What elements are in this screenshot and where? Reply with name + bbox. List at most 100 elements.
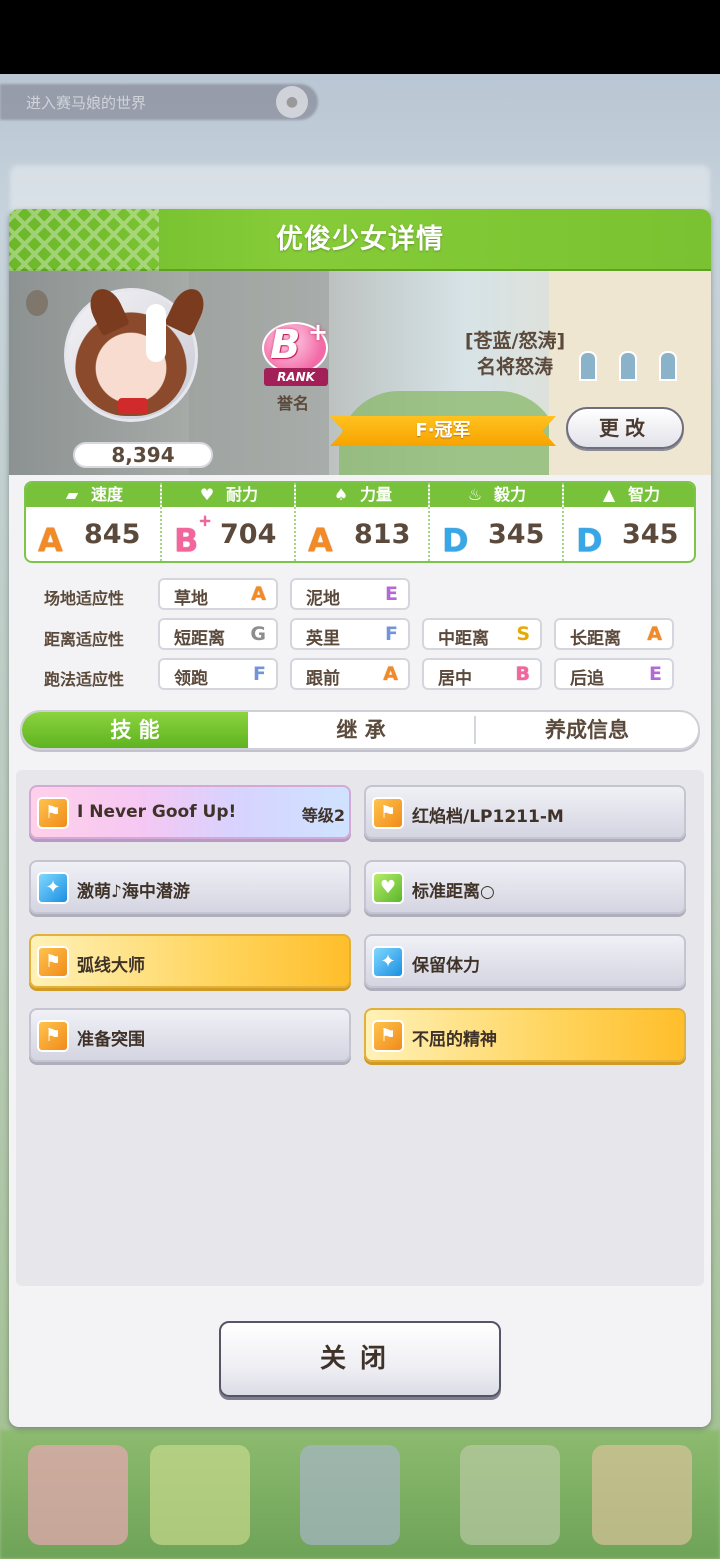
flame-icon: ♨ <box>467 485 483 504</box>
sparkle-icon: ✦ <box>37 872 69 904</box>
aptitude-grade: A <box>383 663 398 685</box>
dialog-title: 优俊少女详情 <box>276 224 444 255</box>
nav-item-blurred-2 <box>150 1445 250 1545</box>
scene-window <box>619 351 637 381</box>
epithet-line-2: 名将怒涛 <box>476 356 553 378</box>
dialog-header: 优俊少女详情 <box>9 209 711 271</box>
avatar-blaze <box>146 304 166 362</box>
stat-grade-letter: D <box>442 521 469 560</box>
stat-header: ▲ 智力 <box>564 483 694 507</box>
stat-4: ▲ 智力 D 345 <box>562 483 694 561</box>
aptitude-distance-1: 英里 F <box>290 618 410 650</box>
aptitude-grade: S <box>516 623 530 645</box>
stat-grade-letter: A <box>38 521 63 560</box>
muscle-icon: ♠ <box>333 485 349 504</box>
tab-training-info[interactable]: 养成信息 <box>476 712 698 748</box>
heart-icon: ♥ <box>372 872 404 904</box>
nav-item-blurred-4 <box>460 1445 560 1545</box>
detail-tabs: 技 能 继 承 养成信息 <box>20 710 700 750</box>
aptitude-name: 长距离 <box>570 629 621 649</box>
stat-header: ♠ 力量 <box>296 483 428 507</box>
rank-letter: B <box>270 322 301 368</box>
aptitude-distance-3: 长距离 A <box>554 618 674 650</box>
scene-window <box>659 351 677 381</box>
running-figure-icon: ⚑ <box>37 1020 69 1052</box>
stats-panel: ▰ 速度 A 845 ♥ 耐力 B+ 704 ♠ 力量 A 813 ♨ 毅力 D 345 ▲ 智力 D 345 <box>24 481 696 563</box>
epithet-line-1: [苍蓝/怒涛] <box>464 330 566 352</box>
aptitude-style-1: 跟前 A <box>290 658 410 690</box>
skill-card[interactable]: ⚑ 准备突围 <box>29 1008 351 1062</box>
tab-training-info-label: 养成信息 <box>545 718 629 742</box>
sparkle-icon: ✦ <box>372 946 404 978</box>
heart-icon: ♥ <box>199 485 215 504</box>
skill-card[interactable]: ⚑ 红焰档/LP1211-M <box>364 785 686 839</box>
stat-header: ♥ 耐力 <box>162 483 294 507</box>
stat-grade-letter: A <box>308 521 333 560</box>
stat-grade-letter: D <box>576 521 603 560</box>
rank-label: RANK <box>264 368 328 386</box>
stat-value: 345 <box>622 519 679 550</box>
aptitude-name: 泥地 <box>306 589 340 609</box>
skill-card[interactable]: ✦ 保留体力 <box>364 934 686 988</box>
style-aptitude-label: 跑法适应性 <box>44 670 125 689</box>
aptitude-grade: A <box>251 583 266 605</box>
stat-name: 力量 <box>359 485 392 504</box>
shoe-icon: ▰ <box>65 485 79 504</box>
rank-plus: + <box>308 318 329 346</box>
aptitude-track-0: 草地 A <box>158 578 278 610</box>
running-figure-icon: ⚑ <box>37 946 69 978</box>
aptitude-style-2: 居中 B <box>422 658 542 690</box>
tab-inheritance[interactable]: 继 承 <box>248 712 474 748</box>
stat-grade-plus: + <box>198 511 212 530</box>
aptitude-name: 跟前 <box>306 669 340 689</box>
skill-name: I Never Goof Up! <box>77 802 237 822</box>
skill-card[interactable]: ♥ 标准距离○ <box>364 860 686 914</box>
background-banner-text: 进入赛马娘的世界 <box>26 94 147 112</box>
stat-value: 345 <box>488 519 545 550</box>
skill-card[interactable]: ✦ 激萌♪海中潜游 <box>29 860 351 914</box>
running-figure-icon: ⚑ <box>372 1020 404 1052</box>
running-figure-icon: ⚑ <box>372 797 404 829</box>
avatar-bow <box>118 398 148 414</box>
aptitude-distance-2: 中距离 S <box>422 618 542 650</box>
tab-skills[interactable]: 技 能 <box>22 712 248 748</box>
nav-item-blurred-5 <box>592 1445 692 1545</box>
track-aptitude-label: 场地适应性 <box>44 589 125 608</box>
stat-value: 813 <box>354 519 411 550</box>
aptitude-grade: F <box>385 623 398 645</box>
running-figure-icon: ⚑ <box>37 797 69 829</box>
skill-name: 准备突围 <box>77 1030 145 1050</box>
skill-card[interactable]: ⚑ 弧线大师 <box>29 934 351 988</box>
change-title-button[interactable]: 更改 <box>566 407 684 449</box>
carrot-icon <box>26 290 48 316</box>
stat-grade: D <box>442 517 469 559</box>
nav-item-blurred-1 <box>28 1445 128 1545</box>
close-button[interactable]: 关闭 <box>219 1321 501 1397</box>
skill-name: 弧线大师 <box>77 956 145 976</box>
aptitude-track-1: 泥地 E <box>290 578 410 610</box>
skill-card[interactable]: ⚑ I Never Goof Up! 等级2 <box>29 785 351 839</box>
distance-aptitude-label: 距离适应性 <box>44 630 125 649</box>
stat-grade: A <box>38 517 63 559</box>
stat-name: 智力 <box>627 485 660 504</box>
stat-2: ♠ 力量 A 813 <box>294 483 428 561</box>
aptitude-distance-0: 短距离 G <box>158 618 278 650</box>
aptitude-grade: F <box>253 663 266 685</box>
skill-name: 标准距离○ <box>412 882 495 902</box>
background-character-row <box>10 165 710 215</box>
stat-grade: D <box>576 517 603 559</box>
skill-card[interactable]: ⚑ 不屈的精神 <box>364 1008 686 1062</box>
aptitude-name: 后追 <box>570 669 604 689</box>
tab-skills-label: 技 能 <box>110 718 160 742</box>
stat-value: 845 <box>84 519 141 550</box>
tab-inheritance-label: 继 承 <box>336 718 386 742</box>
stat-header: ♨ 毅力 <box>430 483 562 507</box>
skill-level: 等级2 <box>301 806 345 825</box>
aptitude-name: 中距离 <box>438 629 489 649</box>
aptitude-style-0: 领跑 F <box>158 658 278 690</box>
skill-name: 不屈的精神 <box>412 1030 497 1050</box>
graduation-cap-icon: ▲ <box>602 485 616 504</box>
stat-grade: B+ <box>174 511 212 559</box>
stat-0: ▰ 速度 A 845 <box>26 483 160 561</box>
skill-name: 激萌♪海中潜游 <box>77 882 190 902</box>
